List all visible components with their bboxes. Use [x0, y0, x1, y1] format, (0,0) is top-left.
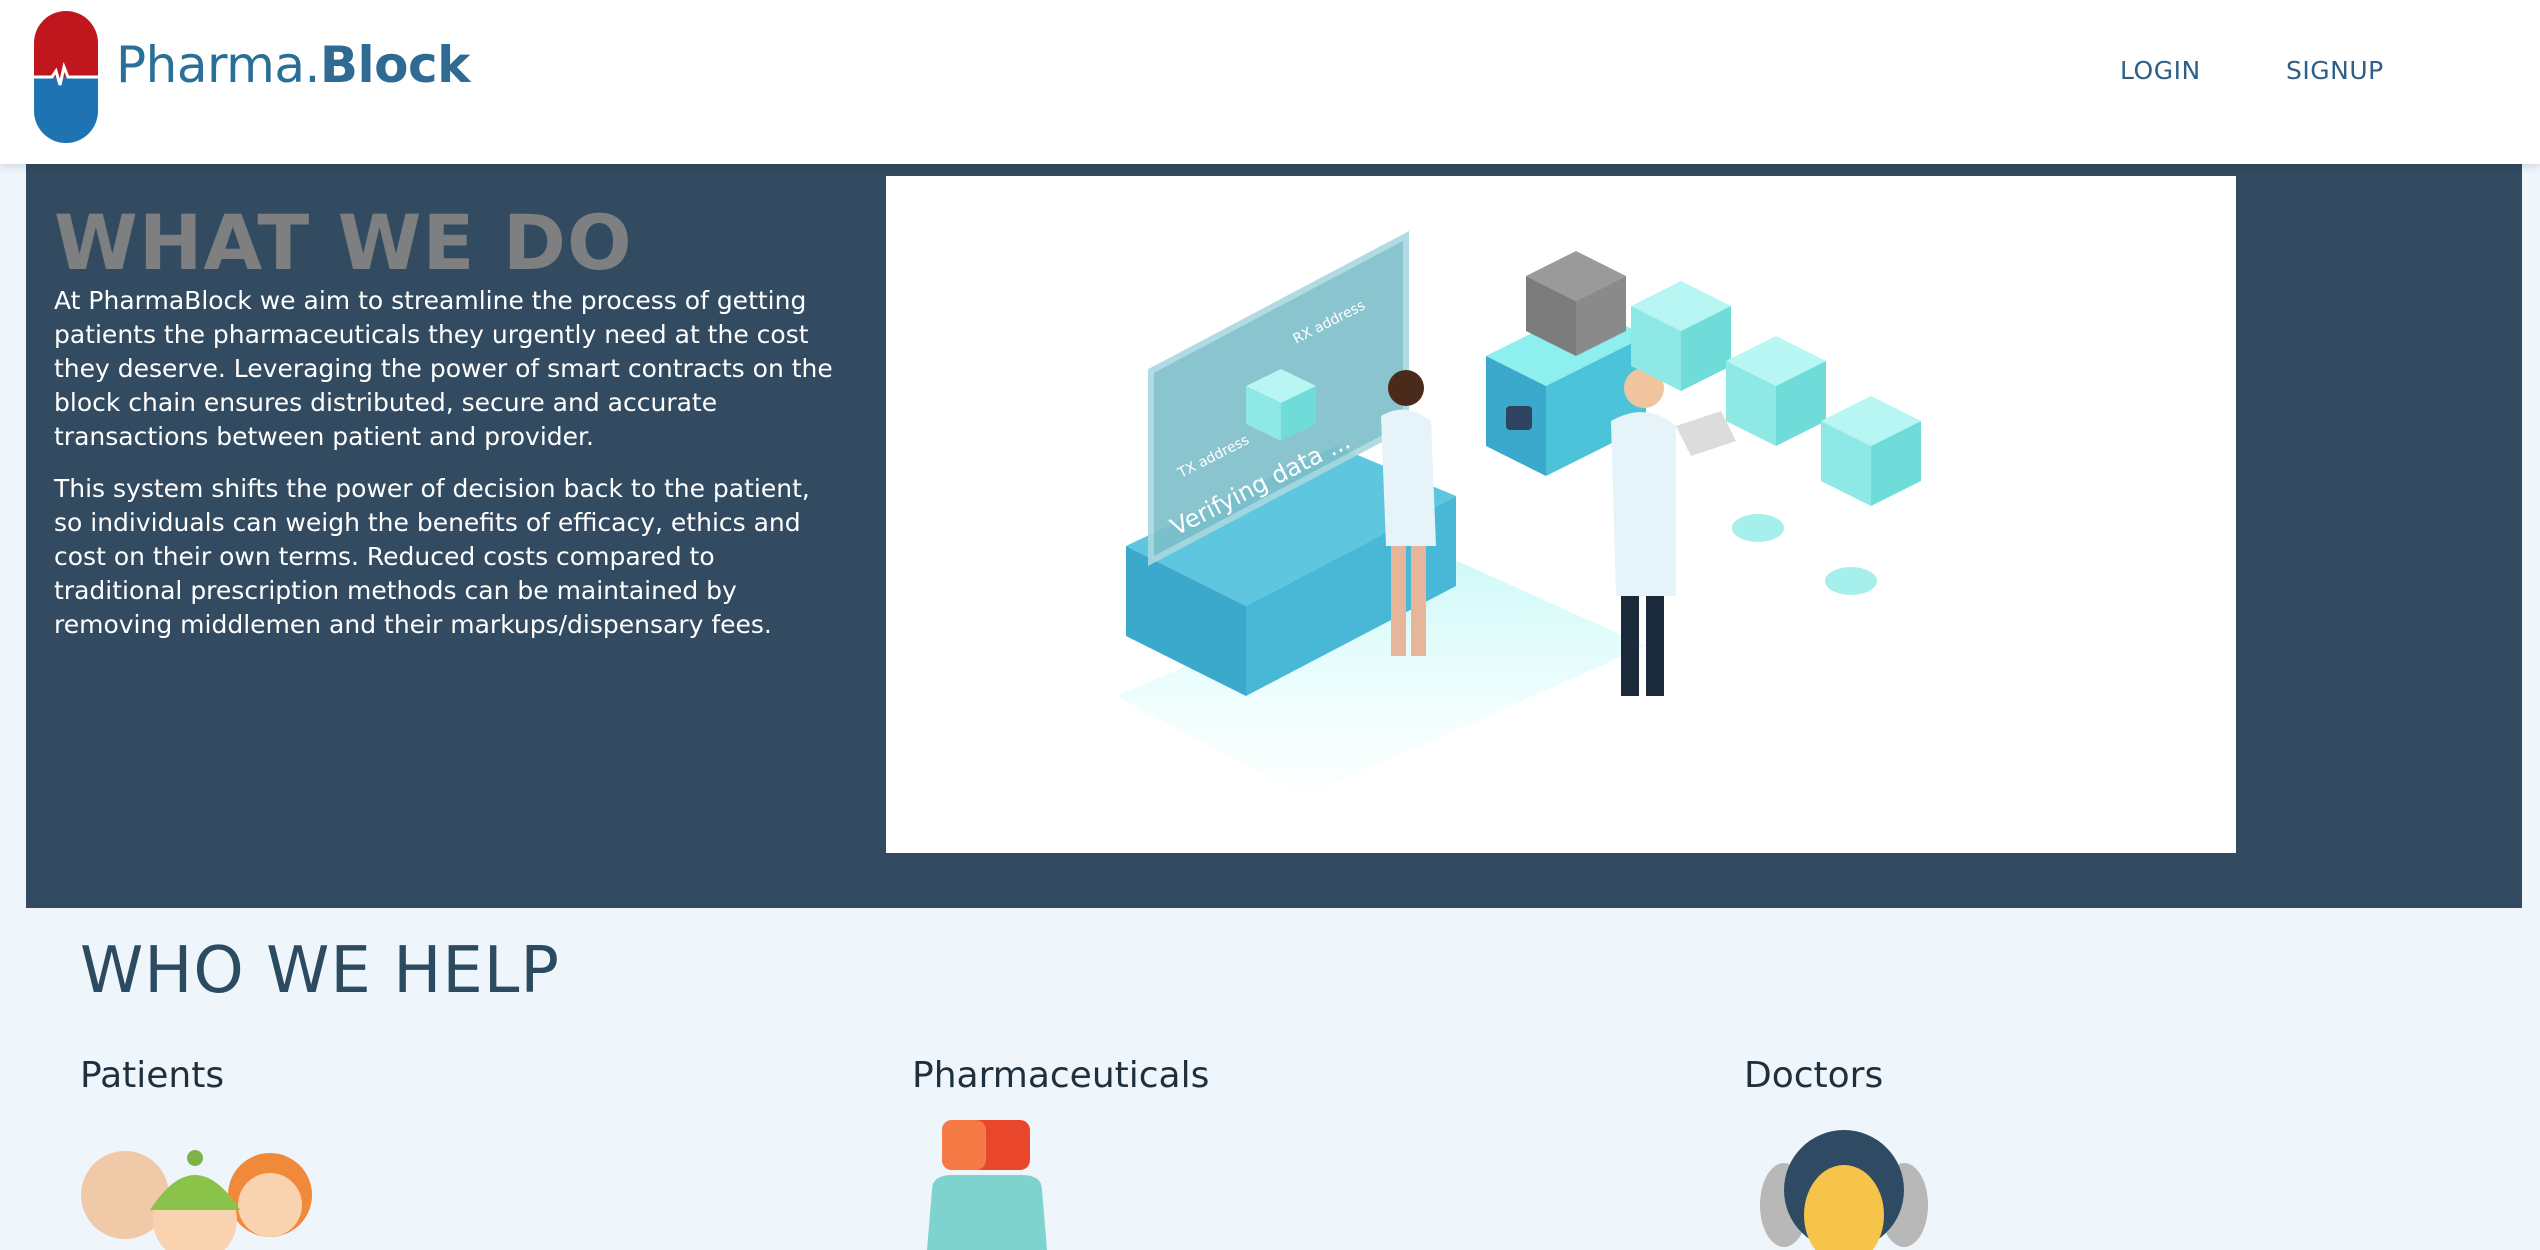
- medicine-bottle-icon: [927, 1120, 1047, 1250]
- woman-leg-right: [1411, 546, 1426, 656]
- help-label-patients: Patients: [80, 1055, 225, 1096]
- man-leg-right: [1646, 596, 1664, 696]
- who-we-help-title: WHO WE HELP: [80, 934, 560, 1008]
- what-we-do-title: WHAT WE DO: [54, 198, 633, 287]
- help-label-doctors: Doctors: [1744, 1055, 1884, 1096]
- site-header: Pharma.Block LOGIN SIGNUP: [0, 0, 2540, 164]
- doctor-icon: [1760, 1130, 1928, 1250]
- brand-suffix: Block: [319, 36, 471, 94]
- help-card-pharmaceuticals: Pharmaceuticals: [912, 1055, 1210, 1250]
- what-we-do-text: At PharmaBlock we aim to streamline the …: [54, 284, 844, 660]
- woman-head: [1388, 370, 1424, 406]
- nav-login-link[interactable]: LOGIN: [2120, 56, 2201, 85]
- blockchain-illustration-svg: Verifying data ... TX address RX address: [1116, 231, 1921, 796]
- what-we-do-paragraph-2: This system shifts the power of decision…: [54, 474, 810, 639]
- patients-group-icon: [81, 1150, 312, 1250]
- what-we-do-paragraph-1: At PharmaBlock we aim to streamline the …: [54, 286, 833, 451]
- help-card-doctors: Doctors: [1744, 1055, 1928, 1250]
- brand-prefix: Pharma.: [116, 36, 320, 94]
- lock-icon: [1506, 406, 1532, 430]
- woman-leg-left: [1391, 546, 1406, 656]
- brand-name[interactable]: Pharma.Block: [116, 36, 470, 94]
- glow-disc-2: [1825, 567, 1877, 595]
- glow-disc-1: [1732, 514, 1784, 542]
- help-label-pharmaceuticals: Pharmaceuticals: [912, 1055, 1210, 1096]
- help-card-patients: Patients: [80, 1055, 312, 1250]
- man-leg-left: [1621, 596, 1639, 696]
- what-we-do-section: WHAT WE DO At PharmaBlock we aim to stre…: [26, 164, 2522, 908]
- woman-coat: [1381, 409, 1436, 546]
- teal-cube-2: [1726, 336, 1826, 446]
- pill-logo-icon[interactable]: [34, 11, 98, 143]
- man-coat: [1611, 412, 1676, 596]
- blockchain-illustration: Verifying data ... TX address RX address: [886, 176, 2236, 853]
- teal-cube-3: [1821, 396, 1921, 506]
- nav-signup-link[interactable]: SIGNUP: [2286, 56, 2384, 85]
